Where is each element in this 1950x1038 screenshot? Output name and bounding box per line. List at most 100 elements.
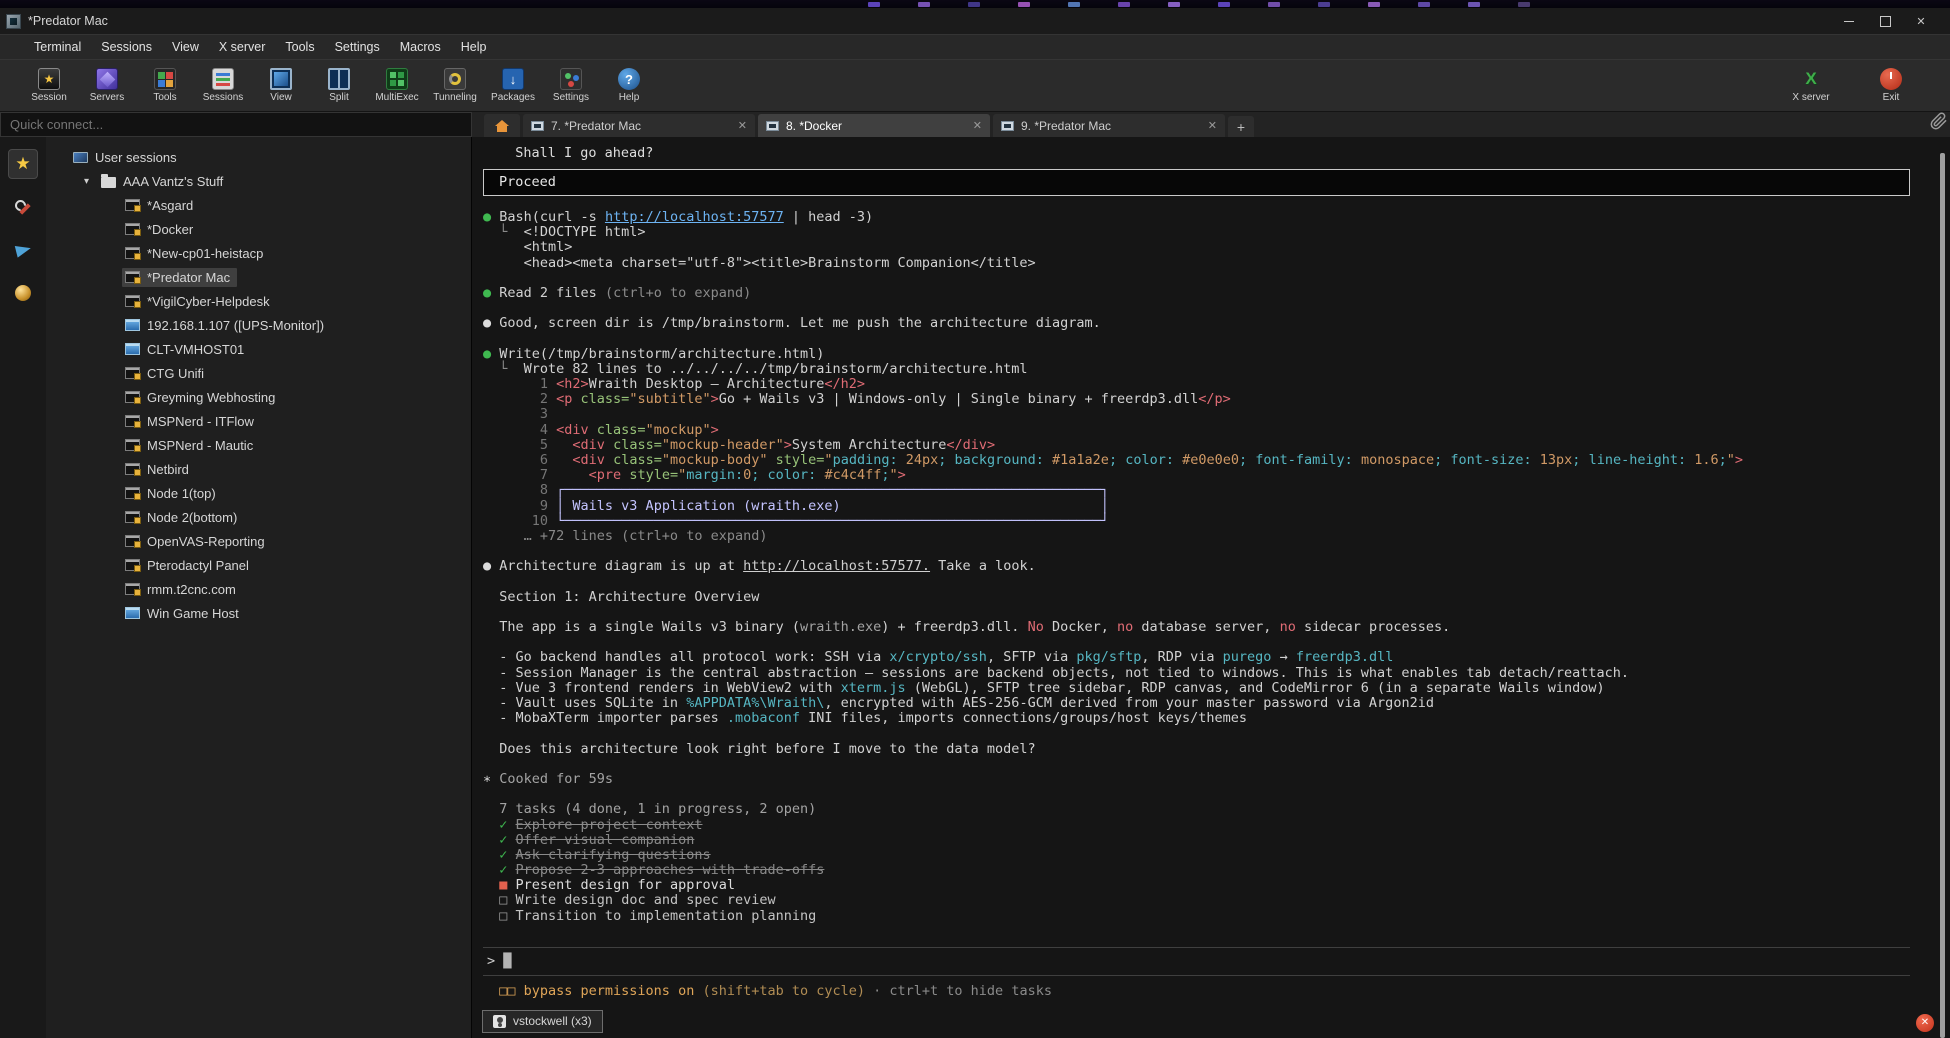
- menu-terminal[interactable]: Terminal: [24, 37, 91, 57]
- session-item[interactable]: *VigilCyber-Helpdesk: [46, 289, 471, 313]
- close-window-icon[interactable]: [1906, 11, 1936, 31]
- help-button[interactable]: Help: [602, 66, 656, 105]
- wrench-panel-button[interactable]: [8, 192, 38, 222]
- session-item[interactable]: 192.168.1.107 ([UPS-Monitor]): [46, 313, 471, 337]
- session-item[interactable]: CLT-VMHOST01: [46, 337, 471, 361]
- terminal-line: ✓ Ask clarifying questions: [483, 848, 1924, 863]
- tab-8-docker[interactable]: 8. *Docker: [758, 114, 990, 137]
- close-tab-icon[interactable]: [1208, 119, 1217, 132]
- session-item[interactable]: Win Game Host: [46, 601, 471, 625]
- close-tab-icon[interactable]: [973, 119, 982, 132]
- close-tab-icon[interactable]: [738, 119, 747, 132]
- background-taskbar-icon: [1468, 2, 1480, 7]
- tab-bar: 7. *Predator Mac 8. *Docker9. *Predator M…: [472, 112, 1950, 137]
- terminal-line: - Session Manager is the central abstrac…: [483, 666, 1924, 681]
- screen-session-tab[interactable]: vstockwell (x3): [482, 1010, 603, 1033]
- tools-button[interactable]: Tools: [138, 66, 192, 105]
- exit-button[interactable]: Exit: [1864, 66, 1918, 105]
- session-label: Session: [31, 92, 67, 103]
- session-item[interactable]: CTG Unifi: [46, 361, 471, 385]
- session-item[interactable]: MSPNerd - Mautic: [46, 433, 471, 457]
- servers-button[interactable]: Servers: [80, 66, 134, 105]
- title-bar: *Predator Mac: [0, 8, 1950, 34]
- terminal-line: 5 <div class="mockup-header">System Arch…: [483, 438, 1924, 453]
- menu-sessions[interactable]: Sessions: [91, 37, 162, 57]
- tree-item-label: User sessions: [95, 150, 177, 165]
- session-item[interactable]: Pterodactyl Panel: [46, 553, 471, 577]
- tree-item-label: *New-cp01-heistacp: [147, 246, 263, 261]
- settings-icon: [560, 68, 582, 90]
- terminal-scrollbar[interactable]: [1940, 153, 1945, 1038]
- session-item[interactable]: MSPNerd - ITFlow: [46, 409, 471, 433]
- tab-9-predator-mac[interactable]: 9. *Predator Mac: [993, 114, 1225, 137]
- terminal-line: ∗ Cooked for 59s: [483, 772, 1924, 787]
- servers-label: Servers: [90, 92, 124, 103]
- menu-tools[interactable]: Tools: [275, 37, 324, 57]
- tree-item-chip: *New-cp01-heistacp: [122, 244, 270, 263]
- tools-icon: [154, 68, 176, 90]
- terminal-line: 8 ┌─────────────────────────────────────…: [483, 483, 1924, 498]
- menu-view[interactable]: View: [162, 37, 209, 57]
- quick-connect-input[interactable]: [1, 117, 471, 132]
- sphere-panel-button[interactable]: [8, 278, 38, 308]
- session-item[interactable]: OpenVAS-Reporting: [46, 529, 471, 553]
- terminal-line: [483, 757, 1924, 772]
- terminal-line: 6 <div class="mockup-body" style="paddin…: [483, 453, 1924, 468]
- session-item[interactable]: *New-cp01-heistacp: [46, 241, 471, 265]
- ssh-icon: [125, 367, 140, 379]
- session-item[interactable]: *Docker: [46, 217, 471, 241]
- tab-home[interactable]: [484, 114, 520, 137]
- toolbar-right-group: X server Exit: [1784, 66, 1936, 105]
- proceed-option[interactable]: Proceed: [483, 169, 1910, 196]
- tree-folder[interactable]: ▾AAA Vantz's Stuff: [46, 169, 471, 193]
- tree-item-chip: Netbird: [122, 460, 196, 479]
- menu-macros[interactable]: Macros: [390, 37, 451, 57]
- session-icon: [38, 68, 60, 90]
- session-item[interactable]: *Asgard: [46, 193, 471, 217]
- background-taskbar-icon: [1068, 2, 1080, 7]
- menu-bar: TerminalSessionsViewX serverToolsSetting…: [0, 34, 1950, 59]
- ssh-icon: [125, 415, 140, 427]
- multiexec-button[interactable]: MultiExec: [370, 66, 424, 105]
- sessions-button[interactable]: Sessions: [196, 66, 250, 105]
- close-terminal-button[interactable]: [1916, 1014, 1934, 1032]
- session-item[interactable]: Node 2(bottom): [46, 505, 471, 529]
- prompt-input[interactable]: > █: [483, 947, 1910, 976]
- tree-item-chip: *Docker: [122, 220, 200, 239]
- settings-button[interactable]: Settings: [544, 66, 598, 105]
- maximize-icon[interactable]: [1870, 11, 1900, 31]
- plane-panel-button[interactable]: [8, 235, 38, 265]
- ssh-icon: [125, 463, 140, 475]
- split-label: Split: [329, 92, 348, 103]
- terminal[interactable]: Shall I go ahead? Proceed ● Bash(curl -s…: [472, 137, 1950, 1038]
- split-button[interactable]: Split: [312, 66, 366, 105]
- xserver-button[interactable]: X server: [1784, 66, 1838, 105]
- star-panel-button[interactable]: [8, 149, 38, 179]
- session-item[interactable]: rmm.t2cnc.com: [46, 577, 471, 601]
- minimize-icon[interactable]: [1834, 11, 1864, 31]
- tree-root-user-sessions[interactable]: User sessions: [46, 145, 471, 169]
- session-button[interactable]: Session: [22, 66, 76, 105]
- session-item[interactable]: *Predator Mac: [46, 265, 471, 289]
- packages-button[interactable]: Packages: [486, 66, 540, 105]
- session-item[interactable]: Node 1(top): [46, 481, 471, 505]
- new-tab-button[interactable]: [1228, 116, 1254, 137]
- star-icon: [15, 154, 30, 174]
- menu-settings[interactable]: Settings: [325, 37, 390, 57]
- tree-item-chip: *VigilCyber-Helpdesk: [122, 292, 277, 311]
- menu-x-server[interactable]: X server: [209, 37, 276, 57]
- session-item[interactable]: Netbird: [46, 457, 471, 481]
- tab-7-predator-mac[interactable]: 7. *Predator Mac: [523, 114, 755, 137]
- session-item[interactable]: Greyming Webhosting: [46, 385, 471, 409]
- expand-arrow-icon[interactable]: ▾: [84, 176, 98, 187]
- multiexec-label: MultiExec: [375, 92, 418, 103]
- menu-help[interactable]: Help: [451, 37, 497, 57]
- tools-label: Tools: [153, 92, 176, 103]
- tree-item-label: *VigilCyber-Helpdesk: [147, 294, 270, 309]
- background-taskbar-icon: [1168, 2, 1180, 7]
- tunneling-button[interactable]: Tunneling: [428, 66, 482, 105]
- tab-label: 7. *Predator Mac: [551, 119, 731, 133]
- rdp-icon: [125, 319, 140, 331]
- view-button[interactable]: View: [254, 66, 308, 105]
- paperclip-icon[interactable]: [1930, 110, 1948, 132]
